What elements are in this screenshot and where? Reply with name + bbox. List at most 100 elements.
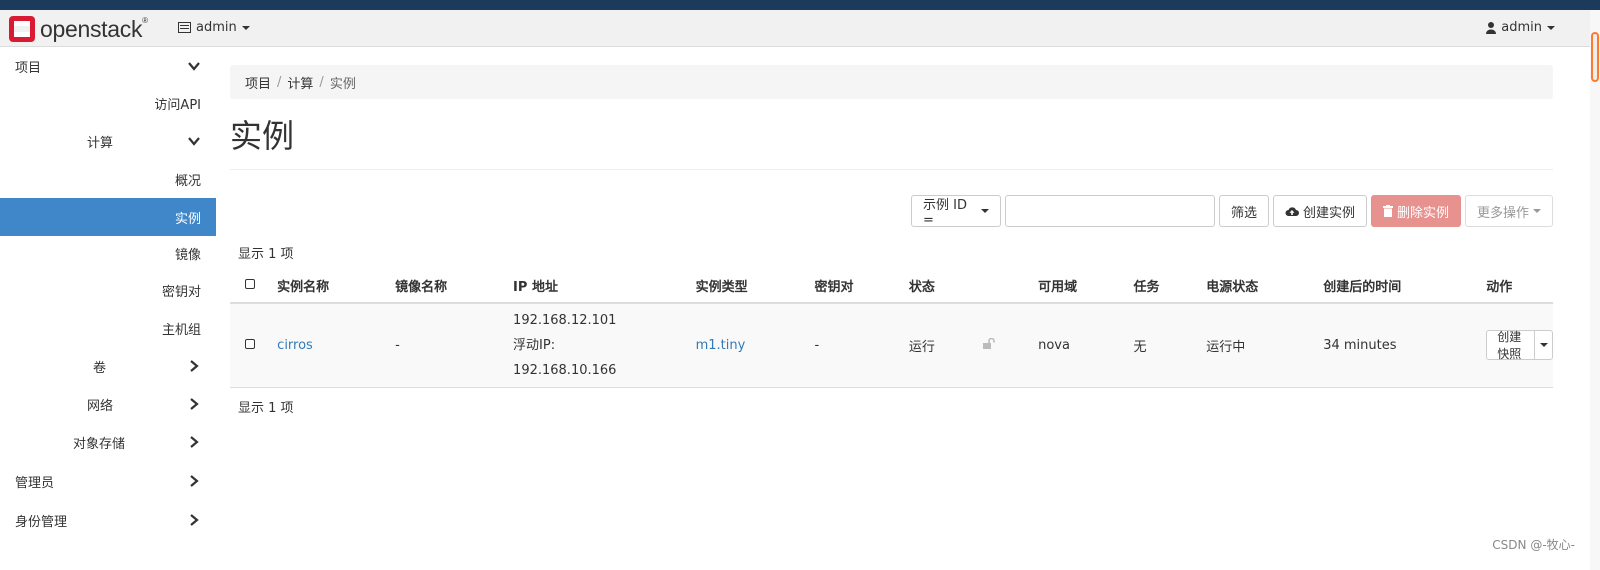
sidebar-item-label: 网络: [87, 398, 114, 414]
openstack-logo-icon: [8, 16, 36, 42]
create-snapshot-button[interactable]: 创建快照: [1487, 330, 1536, 361]
item-count-bottom: 显示 1 项: [238, 401, 294, 416]
sidebar: 项目 访问API 计算 概况 实例 镜像 密钥对 主机组 卷 网络 对象存储 管…: [0, 47, 216, 570]
more-actions-label: 更多操作: [1477, 205, 1530, 221]
table-row: cirros - 192.168.12.101 浮动IP: 192.168.10…: [230, 303, 1553, 388]
column-header-name[interactable]: 实例名称: [277, 269, 396, 304]
breadcrumb-current: 实例: [329, 76, 356, 92]
table-toolbar: 示例 ID = 筛选 创建实例 删除实例 更多操作: [911, 195, 1553, 228]
filter-button-label: 筛选: [1231, 205, 1258, 221]
column-header-task[interactable]: 任务: [1133, 269, 1207, 304]
create-instance-button[interactable]: 创建实例: [1273, 195, 1367, 227]
chevron-right-icon: [190, 436, 199, 448]
sidebar-item-volumes[interactable]: 卷: [0, 347, 216, 385]
sidebar-item-overview[interactable]: 概况: [0, 160, 216, 198]
filter-button[interactable]: 筛选: [1219, 195, 1269, 227]
sidebar-item-admin[interactable]: 管理员: [0, 462, 216, 500]
sidebar-item-label: 项目: [15, 60, 42, 76]
column-header-keypair[interactable]: 密钥对: [814, 269, 909, 304]
breadcrumb-compute[interactable]: 计算: [287, 73, 313, 92]
navbar: openstack® admin admin: [0, 10, 1600, 47]
caret-down-icon: [981, 209, 989, 213]
sidebar-item-label: 镜像: [174, 247, 201, 263]
instances-table: 实例名称 镜像名称 IP 地址 实例类型 密钥对 状态 可用域 任务 电源状态 …: [230, 269, 1553, 388]
chevron-down-icon: [188, 137, 200, 146]
task-cell: 无: [1133, 303, 1207, 388]
breadcrumb-separator: /: [319, 74, 324, 90]
column-header-age[interactable]: 创建后的时间: [1323, 269, 1487, 304]
cloud-upload-icon: [1285, 206, 1299, 216]
sidebar-item-label: 对象存储: [73, 436, 126, 452]
sidebar-item-images[interactable]: 镜像: [0, 234, 216, 272]
caret-down-icon: [1533, 209, 1541, 213]
sidebar-item-access-api[interactable]: 访问API: [0, 84, 216, 122]
column-header-ip[interactable]: IP 地址: [513, 269, 696, 304]
breadcrumb-project[interactable]: 项目: [245, 73, 271, 92]
sidebar-item-label: 密钥对: [161, 284, 201, 300]
fixed-ip: 192.168.12.101: [513, 312, 617, 328]
caret-down-icon: [241, 25, 250, 30]
sidebar-item-instances[interactable]: 实例: [0, 198, 216, 236]
sidebar-item-label: 管理员: [15, 475, 55, 491]
row-actions-dropdown[interactable]: [1535, 331, 1552, 359]
project-dropdown[interactable]: admin: [178, 20, 250, 35]
breadcrumb: 项目 / 计算 / 实例: [230, 65, 1553, 99]
item-count-top: 显示 1 项: [238, 247, 294, 262]
ip-address-cell: 192.168.12.101 浮动IP: 192.168.10.166: [513, 303, 696, 388]
sidebar-item-object-store[interactable]: 对象存储: [0, 423, 216, 461]
user-dropdown[interactable]: admin: [1486, 20, 1555, 35]
caret-down-icon: [1547, 25, 1555, 30]
sidebar-item-host-groups[interactable]: 主机组: [0, 309, 216, 347]
sidebar-item-network[interactable]: 网络: [0, 385, 216, 423]
breadcrumb-separator: /: [277, 74, 282, 90]
openstack-logo[interactable]: openstack®: [8, 15, 148, 43]
chevron-right-icon: [190, 360, 199, 372]
select-all-checkbox[interactable]: [245, 279, 255, 289]
column-header-status[interactable]: 状态: [908, 269, 983, 304]
more-actions-button[interactable]: 更多操作: [1465, 195, 1553, 227]
chevron-right-icon: [190, 514, 199, 526]
keypair-cell: -: [814, 303, 909, 388]
sidebar-item-project[interactable]: 项目: [0, 47, 216, 85]
chevron-right-icon: [190, 398, 199, 410]
delete-instances-button[interactable]: 删除实例: [1371, 195, 1461, 227]
scrollbar-thumb[interactable]: [1591, 32, 1599, 82]
chevron-down-icon: [188, 62, 200, 71]
sidebar-item-label: 主机组: [161, 322, 201, 338]
row-checkbox[interactable]: [245, 338, 255, 349]
floating-ip: 192.168.10.166: [513, 362, 617, 378]
column-header-flavor[interactable]: 实例类型: [695, 269, 815, 304]
column-header-power[interactable]: 电源状态: [1206, 269, 1324, 304]
project-icon: [178, 22, 191, 33]
row-actions: 创建快照: [1486, 330, 1553, 361]
flavor-link[interactable]: m1.tiny: [696, 338, 746, 353]
page-scrollbar[interactable]: [1590, 10, 1600, 570]
column-header-actions: 动作: [1486, 269, 1553, 304]
brand-name: openstack®: [40, 15, 148, 42]
user-label: admin: [1501, 20, 1542, 35]
chevron-right-icon: [190, 475, 199, 487]
image-name-cell: -: [395, 303, 514, 388]
sidebar-item-label: 实例: [174, 211, 201, 227]
watermark: CSDN @-牧心-: [1492, 538, 1575, 552]
project-label: admin: [196, 20, 237, 35]
filter-field-dropdown[interactable]: 示例 ID =: [911, 195, 1001, 228]
column-header-zone[interactable]: 可用域: [1038, 269, 1134, 304]
sidebar-item-label: 卷: [93, 360, 107, 376]
age-cell: 34 minutes: [1323, 303, 1487, 388]
divider: [230, 169, 1553, 170]
power-state-cell: 运行中: [1206, 303, 1324, 388]
create-instance-label: 创建实例: [1303, 205, 1356, 221]
column-header-image[interactable]: 镜像名称: [395, 269, 514, 304]
instance-name-link[interactable]: cirros: [277, 338, 313, 353]
top-stripe: [0, 0, 1600, 10]
sidebar-item-identity[interactable]: 身份管理: [0, 501, 216, 539]
sidebar-item-compute[interactable]: 计算: [0, 122, 216, 160]
trash-icon: [1383, 205, 1393, 217]
sidebar-item-keypairs[interactable]: 密钥对: [0, 271, 216, 309]
zone-cell: nova: [1038, 303, 1134, 388]
unlock-icon: [982, 337, 995, 349]
table-header-row: 实例名称 镜像名称 IP 地址 实例类型 密钥对 状态 可用域 任务 电源状态 …: [230, 269, 1553, 304]
caret-down-icon: [1539, 343, 1548, 348]
filter-input[interactable]: [1005, 195, 1215, 227]
